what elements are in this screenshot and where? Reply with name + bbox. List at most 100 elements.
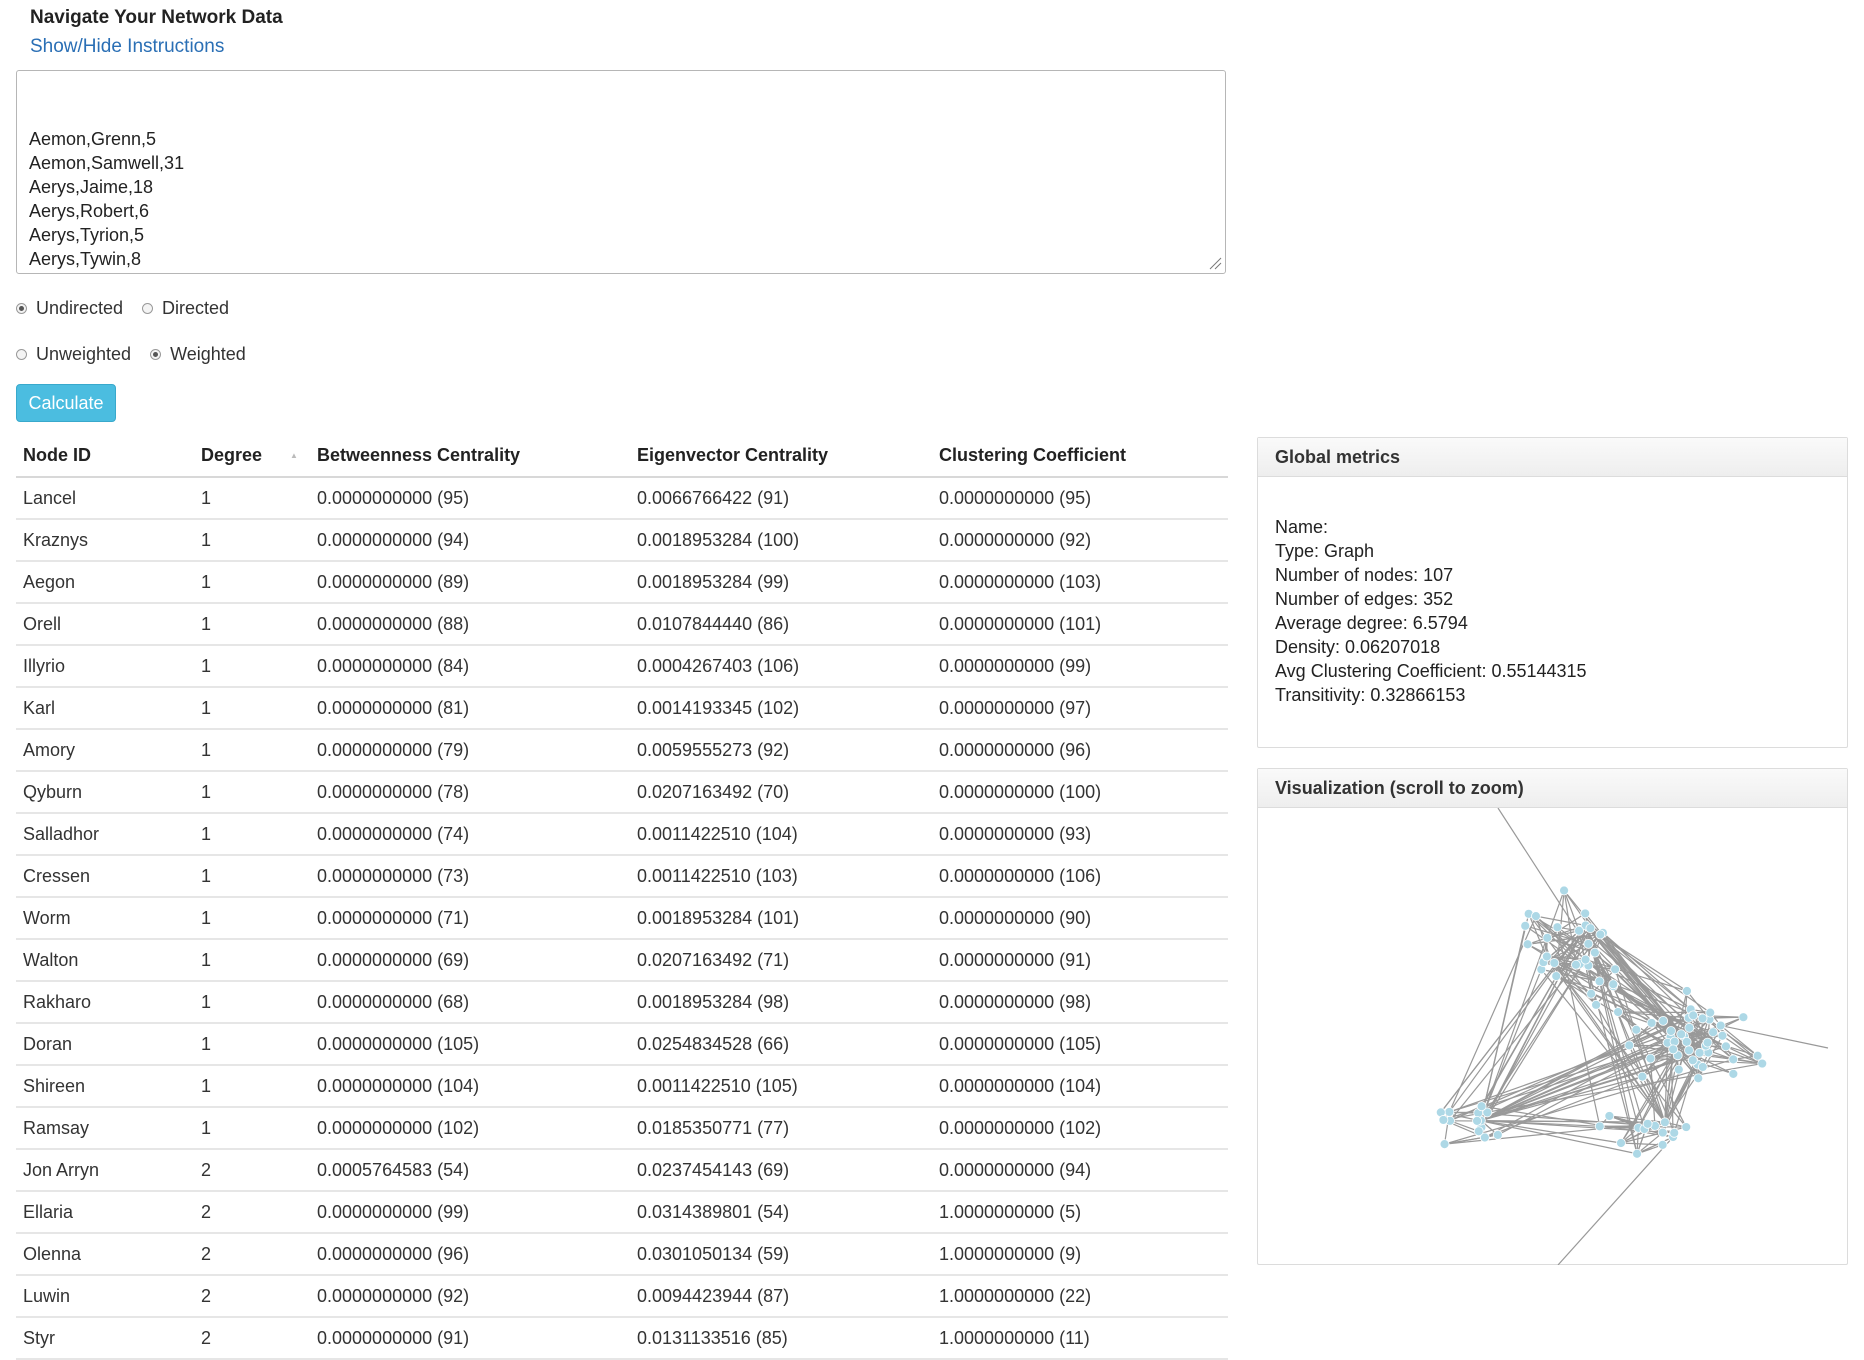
table-row[interactable]: Kraznys10.0000000000 (94)0.0018953284 (1… [16, 519, 1228, 561]
graph-node[interactable] [1677, 1030, 1686, 1039]
table-row[interactable]: Ramsay10.0000000000 (102)0.0185350771 (7… [16, 1107, 1228, 1149]
graph-node[interactable] [1584, 939, 1593, 948]
graph-node[interactable] [1595, 977, 1604, 986]
graph-node[interactable] [1474, 1127, 1483, 1136]
column-header-clustering[interactable]: Clustering Coefficient [932, 434, 1228, 477]
graph-node[interactable] [1682, 1123, 1691, 1132]
graph-node[interactable] [1596, 930, 1605, 939]
graph-node[interactable] [1581, 909, 1590, 918]
graph-node[interactable] [1695, 1048, 1704, 1057]
graph-node[interactable] [1682, 986, 1691, 995]
graph-node[interactable] [1439, 1115, 1448, 1124]
graph-node[interactable] [1721, 1042, 1730, 1051]
graph-node[interactable] [1688, 1056, 1697, 1065]
graph-node[interactable] [1542, 952, 1551, 961]
table-row[interactable]: Rakharo10.0000000000 (68)0.0018953284 (9… [16, 981, 1228, 1023]
column-header-degree[interactable]: Degree▲ [194, 434, 310, 477]
graph-node[interactable] [1560, 886, 1569, 895]
graph-node[interactable] [1595, 1122, 1604, 1131]
column-header-betweenness[interactable]: Betweenness Centrality [310, 434, 630, 477]
graph-node[interactable] [1638, 1072, 1647, 1081]
graph-node[interactable] [1609, 980, 1618, 989]
graph-node[interactable] [1658, 1128, 1667, 1137]
graph-node[interactable] [1729, 1069, 1738, 1078]
table-row[interactable]: Amory10.0000000000 (79)0.0059555273 (92)… [16, 729, 1228, 771]
directed-radio[interactable] [142, 303, 153, 314]
graph-node[interactable] [1685, 1046, 1694, 1055]
graph-node[interactable] [1575, 926, 1584, 935]
graph-node[interactable] [1660, 1118, 1669, 1127]
graph-node[interactable] [1643, 1119, 1652, 1128]
table-row[interactable]: Worm10.0000000000 (71)0.0018953284 (101)… [16, 897, 1228, 939]
graph-node[interactable] [1647, 1018, 1656, 1027]
graph-node[interactable] [1659, 1016, 1668, 1025]
graph-node[interactable] [1440, 1140, 1449, 1149]
column-header-eigenvector[interactable]: Eigenvector Centrality [630, 434, 932, 477]
table-row[interactable]: Illyrio10.0000000000 (84)0.0004267403 (1… [16, 645, 1228, 687]
table-row[interactable]: Walton10.0000000000 (69)0.0207163492 (71… [16, 939, 1228, 981]
show-hide-instructions-link[interactable]: Show/Hide Instructions [30, 36, 224, 58]
graph-node[interactable] [1605, 1111, 1614, 1120]
table-row[interactable]: Qyburn10.0000000000 (78)0.0207163492 (70… [16, 771, 1228, 813]
graph-node[interactable] [1739, 1013, 1748, 1022]
graph-node[interactable] [1445, 1107, 1454, 1116]
unweighted-radio[interactable] [16, 349, 27, 360]
graph-node[interactable] [1587, 989, 1596, 998]
graph-node[interactable] [1694, 1074, 1703, 1083]
graph-node[interactable] [1571, 960, 1580, 969]
graph-node[interactable] [1703, 1038, 1712, 1047]
table-row[interactable]: Styr20.0000000000 (91)0.0131133516 (85)1… [16, 1317, 1228, 1359]
table-row[interactable]: Aegon10.0000000000 (89)0.0018953284 (99)… [16, 561, 1228, 603]
calculate-button[interactable]: Calculate [16, 384, 116, 422]
table-row[interactable]: Karl10.0000000000 (81)0.0014193345 (102)… [16, 687, 1228, 729]
graph-node[interactable] [1716, 1021, 1725, 1030]
graph-node[interactable] [1550, 958, 1559, 967]
graph-node[interactable] [1682, 1037, 1691, 1046]
table-row[interactable]: Doran10.0000000000 (105)0.0254834528 (66… [16, 1023, 1228, 1065]
network-graph-canvas[interactable] [1258, 808, 1847, 1265]
graph-node[interactable] [1718, 1031, 1727, 1040]
graph-node[interactable] [1552, 972, 1561, 981]
graph-node[interactable] [1685, 1023, 1694, 1032]
graph-node[interactable] [1633, 1149, 1642, 1158]
undirected-radio[interactable] [16, 303, 27, 314]
graph-node[interactable] [1666, 1026, 1675, 1035]
network-graph-svg[interactable] [1258, 808, 1847, 1265]
graph-node[interactable] [1698, 1014, 1707, 1023]
graph-node[interactable] [1658, 1140, 1667, 1149]
graph-node[interactable] [1616, 1138, 1625, 1147]
graph-node[interactable] [1758, 1059, 1767, 1068]
graph-node[interactable] [1611, 965, 1620, 974]
graph-node[interactable] [1625, 1041, 1634, 1050]
graph-node[interactable] [1632, 1025, 1641, 1034]
graph-node[interactable] [1543, 933, 1552, 942]
graph-node[interactable] [1590, 948, 1599, 957]
network-data-textarea[interactable]: Aemon,Grenn,5Aemon,Samwell,31Aerys,Jaime… [16, 70, 1226, 274]
graph-node[interactable] [1521, 921, 1530, 930]
resize-handle-icon[interactable] [1208, 256, 1222, 270]
table-row[interactable]: Olenna20.0000000000 (96)0.0301050134 (59… [16, 1233, 1228, 1275]
table-row[interactable]: Jon Arryn20.0005764583 (54)0.0237454143 … [16, 1149, 1228, 1191]
weighted-radio[interactable] [150, 349, 161, 360]
graph-node[interactable] [1553, 923, 1562, 932]
table-row[interactable]: Ellaria20.0000000000 (99)0.0314389801 (5… [16, 1191, 1228, 1233]
graph-node[interactable] [1473, 1116, 1482, 1125]
graph-node[interactable] [1689, 1011, 1698, 1020]
table-row[interactable]: Salladhor10.0000000000 (74)0.0011422510 … [16, 813, 1228, 855]
table-row[interactable]: Orell10.0000000000 (88)0.0107844440 (86)… [16, 603, 1228, 645]
graph-node[interactable] [1698, 1062, 1707, 1071]
table-row[interactable]: Cressen10.0000000000 (73)0.0011422510 (1… [16, 855, 1228, 897]
graph-node[interactable] [1523, 940, 1532, 949]
graph-node[interactable] [1709, 1028, 1718, 1037]
graph-node[interactable] [1581, 955, 1590, 964]
table-row[interactable]: Luwin20.0000000000 (92)0.0094423944 (87)… [16, 1275, 1228, 1317]
column-header-node-id[interactable]: Node ID [16, 434, 194, 477]
graph-node[interactable] [1706, 1008, 1715, 1017]
graph-node[interactable] [1646, 1054, 1655, 1063]
table-row[interactable]: Lancel10.0000000000 (95)0.0066766422 (91… [16, 477, 1228, 519]
graph-node[interactable] [1614, 1007, 1623, 1016]
graph-node[interactable] [1674, 1065, 1683, 1074]
table-row[interactable]: Shireen10.0000000000 (104)0.0011422510 (… [16, 1065, 1228, 1107]
graph-node[interactable] [1493, 1130, 1502, 1139]
graph-node[interactable] [1477, 1102, 1486, 1111]
